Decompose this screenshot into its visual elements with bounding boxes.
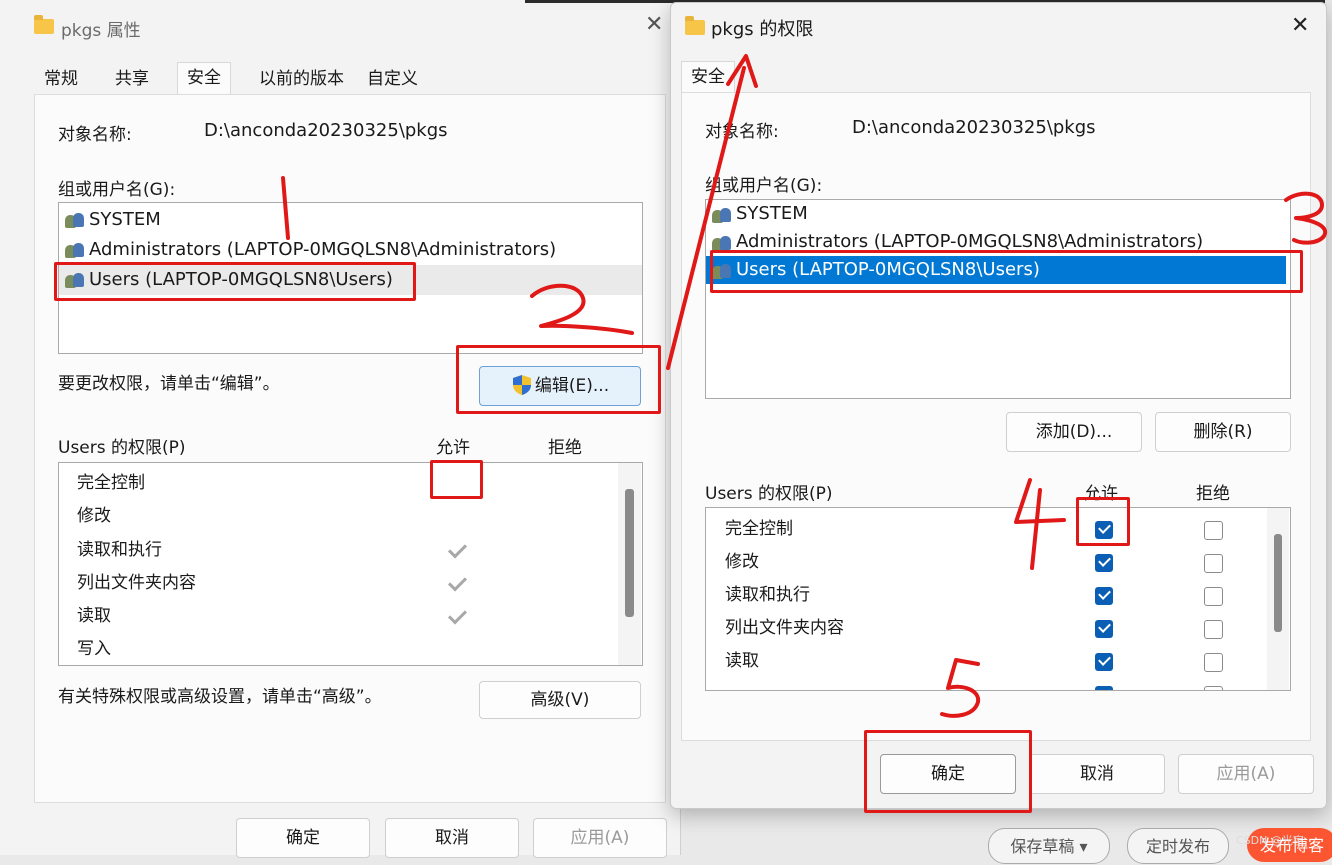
annotation-number-3 [1284,191,1328,245]
annotation-number-4 [1014,478,1066,570]
annotation-strokes [281,54,1328,718]
annotation-arrow [666,66,746,370]
annotation-number-5 [940,658,981,718]
annotation-number-2 [530,283,634,335]
annotation-number-1 [281,176,290,240]
